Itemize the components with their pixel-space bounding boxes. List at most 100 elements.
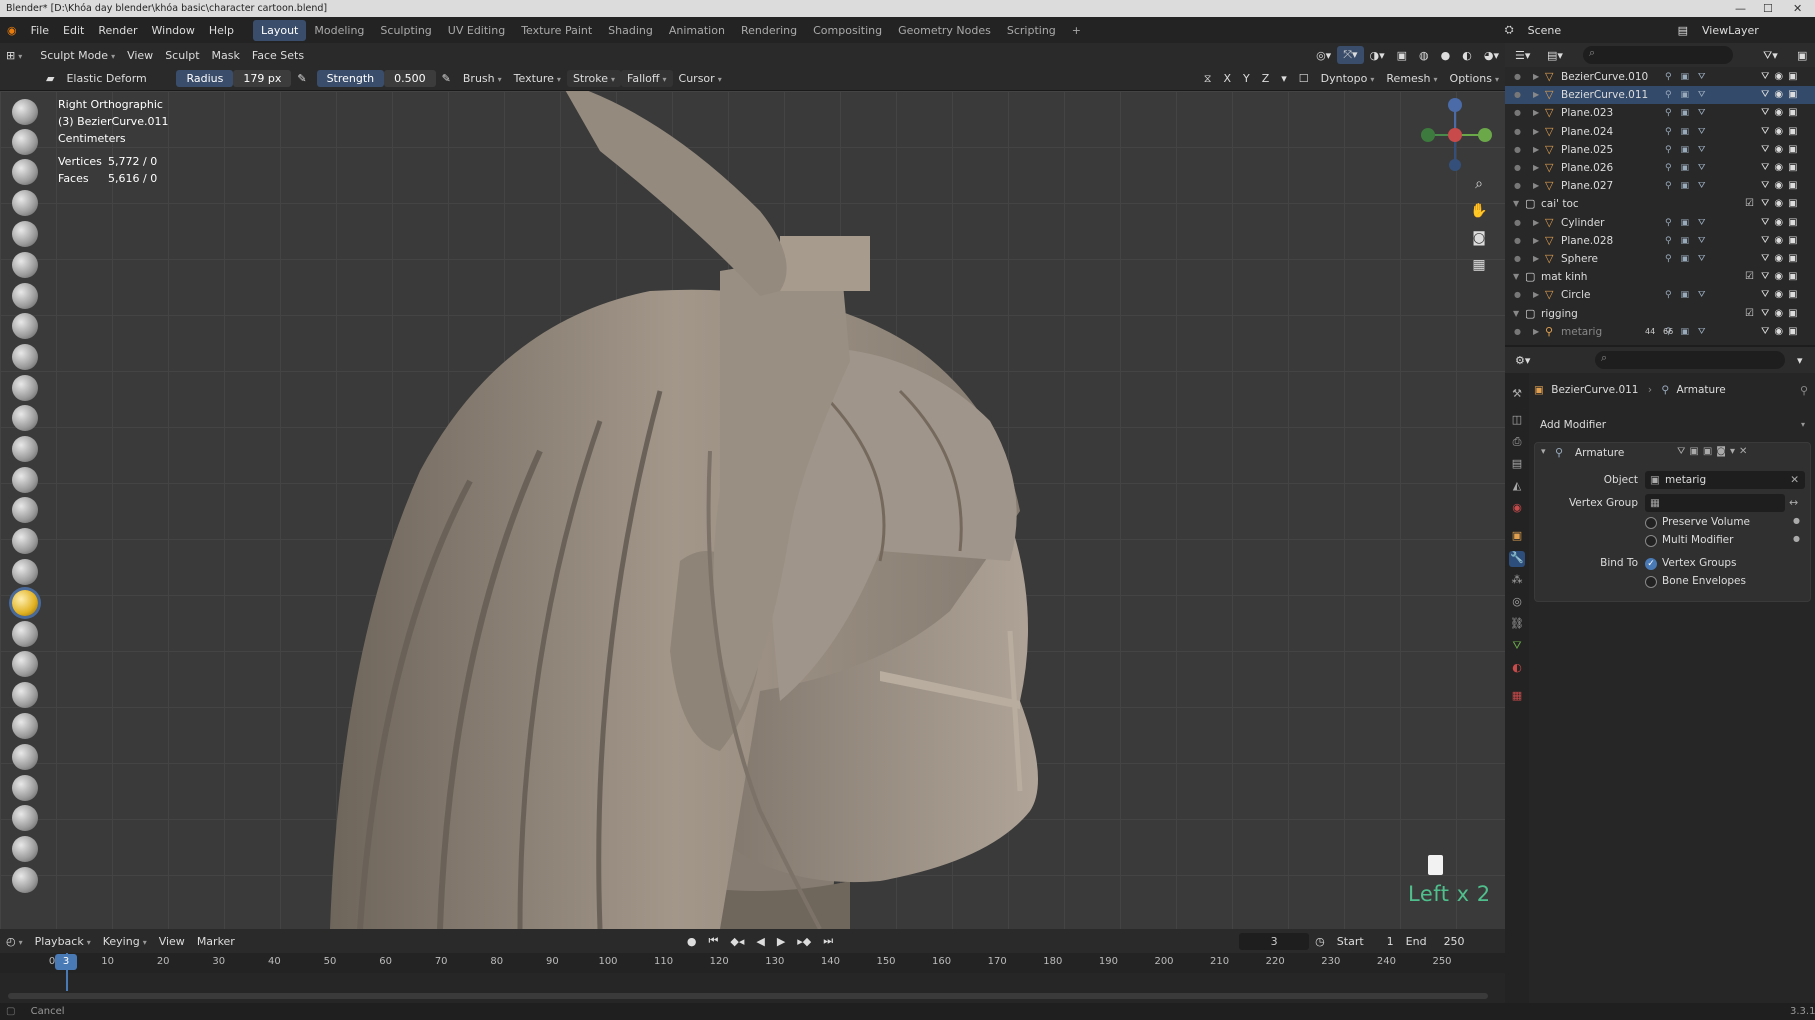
axis-y[interactable]: Y bbox=[1237, 70, 1256, 87]
display-mode-icon[interactable]: ▤▾ bbox=[1541, 47, 1569, 64]
outliner-object-row[interactable]: ● ▶ ▽ Cylinder ⚲ ▣ ⛛ ⛛◉▣ bbox=[1505, 214, 1815, 232]
playhead-frame-label[interactable]: 3 bbox=[55, 954, 77, 970]
expand-icon[interactable]: ▶ bbox=[1533, 123, 1539, 141]
object-field[interactable]: ▣ metarig ✕ bbox=[1645, 471, 1805, 489]
start-frame-field[interactable]: Start 1 bbox=[1331, 933, 1400, 950]
filter-icon[interactable]: ⛛▾ bbox=[1757, 47, 1784, 65]
expand-icon[interactable]: ▶ bbox=[1533, 323, 1539, 341]
exclude-checkbox-icon[interactable]: ☑ bbox=[1745, 268, 1759, 286]
preserve-volume-checkbox[interactable] bbox=[1645, 517, 1657, 529]
strength-pressure-icon[interactable]: ✎ bbox=[436, 70, 457, 87]
symmetry-options-icon[interactable]: ▾ bbox=[1275, 70, 1293, 87]
constraints-tab-icon[interactable]: ⛓ bbox=[1509, 617, 1525, 633]
dropdown-texture[interactable]: Texture ▾ bbox=[508, 70, 567, 87]
tab-uv-editing[interactable]: UV Editing bbox=[440, 20, 513, 41]
jump-end-icon[interactable]: ⏭ bbox=[817, 932, 839, 950]
tool-clay-thumb-icon[interactable] bbox=[12, 221, 38, 247]
expand-icon[interactable]: ▼ bbox=[1513, 305, 1519, 323]
play-icon[interactable]: ▶ bbox=[771, 933, 791, 950]
tool-clay-strips-icon[interactable] bbox=[12, 190, 38, 216]
symmetry-icon[interactable]: ⧖ bbox=[1198, 70, 1218, 88]
timeline-ruler[interactable]: 0 10 20 30 40 50 60 70 80 90 100 110 120 130 140 150 160… bbox=[0, 953, 1505, 973]
outliner-object-row[interactable]: ● ▶ ▽ Circle ⚲ ▣ ⛛ ⛛◉▣ bbox=[1505, 286, 1815, 304]
tab-rendering[interactable]: Rendering bbox=[733, 20, 805, 41]
expand-icon[interactable]: ▼ bbox=[1513, 268, 1519, 286]
tool-nudge-icon[interactable] bbox=[12, 713, 38, 739]
axis-x[interactable]: X bbox=[1217, 70, 1237, 87]
play-reverse-icon[interactable]: ◀ bbox=[750, 933, 770, 950]
timeline-editor-type-icon[interactable]: ◴ ▾ bbox=[0, 933, 29, 950]
gizmo-z-icon[interactable] bbox=[1448, 98, 1462, 112]
dropdown-brush[interactable]: Brush ▾ bbox=[457, 70, 508, 87]
add-workspace-icon[interactable]: + bbox=[1064, 20, 1089, 41]
texture-tab-icon[interactable]: ▦ bbox=[1509, 689, 1525, 705]
outliner-object-row[interactable]: ● ▶ ▽ Plane.028 ⚲ ▣ ⛛ ⛛◉▣ bbox=[1505, 232, 1815, 250]
outliner-search-input[interactable]: ⌕ bbox=[1583, 46, 1733, 64]
properties-editor-type-icon[interactable]: ⚙▾ bbox=[1509, 352, 1536, 369]
modifier-name[interactable]: Armature bbox=[1575, 447, 1624, 459]
tool-pinch-icon[interactable] bbox=[12, 528, 38, 554]
camera-view-icon[interactable]: ◙ bbox=[1468, 227, 1490, 249]
visibility-toggle-icons[interactable]: ⛛◉▣ bbox=[1761, 195, 1803, 213]
tool-draw-sharp-icon[interactable] bbox=[12, 129, 38, 155]
exclude-checkbox-icon[interactable]: ☑ bbox=[1745, 305, 1759, 323]
tool-rotate-icon[interactable] bbox=[12, 744, 38, 770]
scene-name[interactable]: Scene bbox=[1521, 24, 1671, 37]
jump-start-icon[interactable]: ⏮ bbox=[702, 932, 724, 950]
collapse-icon[interactable]: ▾ bbox=[1541, 447, 1546, 457]
invert-vertex-group-icon[interactable]: ↔ bbox=[1789, 496, 1798, 509]
outliner-object-row[interactable]: ● ▶ ▽ BezierCurve.010 ⚲ ▣ ⛛ ⛛◉▣ bbox=[1505, 68, 1815, 86]
tab-compositing[interactable]: Compositing bbox=[805, 20, 890, 41]
dropdown-stroke[interactable]: Stroke ▾ bbox=[566, 70, 622, 87]
menu-render[interactable]: Render bbox=[91, 24, 144, 37]
menu-edit[interactable]: Edit bbox=[56, 24, 91, 37]
current-frame-field[interactable]: 3 bbox=[1239, 932, 1310, 950]
tab-modeling[interactable]: Modeling bbox=[306, 20, 372, 41]
tool-grab-icon[interactable] bbox=[12, 559, 38, 585]
exclude-checkbox-icon[interactable]: ☑ bbox=[1745, 195, 1759, 213]
tool-thumb-icon[interactable] bbox=[12, 651, 38, 677]
outliner-object-row[interactable]: ● ▶ ▽ Plane.025 ⚲ ▣ ⛛ ⛛◉▣ bbox=[1505, 141, 1815, 159]
bone-envelopes-checkbox[interactable] bbox=[1645, 576, 1657, 588]
tool-snake-hook-icon[interactable] bbox=[12, 621, 38, 647]
tool-scrape-icon[interactable] bbox=[12, 467, 38, 493]
tool-boundary-icon[interactable] bbox=[12, 805, 38, 831]
new-collection-icon[interactable]: ▣ bbox=[1791, 47, 1813, 64]
view-layer-tab-icon[interactable]: ▤ bbox=[1509, 457, 1525, 473]
tool-fill-icon[interactable] bbox=[12, 436, 38, 462]
outliner-object-row[interactable]: ● ▶ ▽ Plane.026 ⚲ ▣ ⛛ ⛛◉▣ bbox=[1505, 159, 1815, 177]
menu-file[interactable]: File bbox=[24, 24, 56, 37]
object-tab-icon[interactable]: ▣ bbox=[1509, 529, 1525, 545]
expand-icon[interactable]: ▶ bbox=[1533, 286, 1539, 304]
tool-layer-icon[interactable] bbox=[12, 252, 38, 278]
prev-keyframe-icon[interactable]: ◆◂ bbox=[724, 933, 750, 950]
menu-marker[interactable]: Marker bbox=[191, 933, 241, 950]
visibility-toggle-icons[interactable]: ⛛◉▣ bbox=[1761, 323, 1803, 341]
visibility-toggle-icons[interactable]: ⛛◉▣ bbox=[1761, 268, 1803, 286]
expand-icon[interactable]: ▼ bbox=[1513, 195, 1519, 213]
menu-timeline-view[interactable]: View bbox=[153, 933, 191, 950]
strength-value[interactable]: 0.500 bbox=[384, 70, 436, 87]
tool-crease-icon[interactable] bbox=[12, 344, 38, 370]
gizmo-toggle-icon[interactable]: ⤧▾ bbox=[1337, 46, 1364, 64]
menu-help[interactable]: Help bbox=[202, 24, 241, 37]
tool-cloth-icon[interactable] bbox=[12, 836, 38, 862]
vertex-group-field[interactable]: ▦ bbox=[1645, 494, 1785, 512]
modifier-tab-icon[interactable]: 🔧 bbox=[1509, 551, 1525, 567]
tab-scripting[interactable]: Scripting bbox=[999, 20, 1064, 41]
material-shading-icon[interactable]: ◐ bbox=[1456, 47, 1478, 64]
tool-clay-icon[interactable] bbox=[12, 159, 38, 185]
menu-view[interactable]: View bbox=[121, 47, 159, 64]
visibility-toggle-icons[interactable]: ⛛◉▣ bbox=[1761, 250, 1803, 268]
editor-type-icon[interactable]: ⊞ ▾ bbox=[0, 47, 28, 64]
tool-tab-icon[interactable]: ⚒ bbox=[1509, 387, 1525, 403]
tab-geometry-nodes[interactable]: Geometry Nodes bbox=[890, 20, 999, 41]
properties-search-input[interactable]: ⌕ bbox=[1595, 351, 1785, 369]
visibility-toggle-icons[interactable]: ⛛◉▣ bbox=[1761, 86, 1803, 104]
dropdown-cursor[interactable]: Cursor ▾ bbox=[673, 70, 728, 87]
clear-object-icon[interactable]: ✕ bbox=[1790, 471, 1799, 489]
dropdown-options[interactable]: Options ▾ bbox=[1444, 70, 1505, 87]
axis-z[interactable]: Z bbox=[1256, 70, 1276, 87]
world-tab-icon[interactable]: ◉ bbox=[1509, 501, 1525, 517]
tool-elastic-deform-icon[interactable] bbox=[12, 590, 38, 616]
